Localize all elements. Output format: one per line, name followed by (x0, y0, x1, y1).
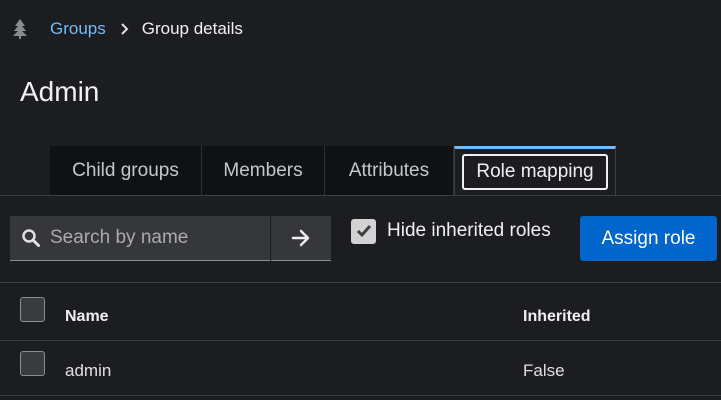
tab-label: Role mapping (462, 154, 608, 190)
tab-child-groups[interactable]: Child groups (50, 146, 202, 195)
breadcrumb: Groups Group details (12, 17, 243, 41)
tab-role-mapping[interactable]: Role mapping (454, 146, 616, 195)
tab-bar: Child groups Members Attributes Role map… (50, 146, 616, 195)
hide-inherited-roles-toggle[interactable]: Hide inherited roles (351, 218, 551, 244)
divider (0, 195, 721, 196)
column-header-inherited: Inherited (523, 308, 591, 325)
select-all-checkbox[interactable] (20, 297, 45, 322)
divider (0, 395, 721, 396)
tree-icon (13, 19, 27, 39)
check-icon (356, 225, 371, 238)
tab-attributes[interactable]: Attributes (325, 146, 454, 195)
hide-inherited-label: Hide inherited roles (387, 220, 551, 241)
tab-members[interactable]: Members (202, 146, 325, 195)
role-name-cell: admin (65, 361, 112, 380)
tab-label: Child groups (72, 159, 179, 181)
search-submit-button[interactable] (271, 216, 331, 261)
column-header-name[interactable]: Name (65, 308, 109, 326)
inherited-cell: False (523, 361, 565, 380)
divider (0, 340, 721, 341)
search-box (10, 216, 270, 261)
breadcrumb-groups-link[interactable]: Groups (50, 19, 106, 39)
page-title: Admin (20, 76, 100, 107)
tab-label: Attributes (348, 159, 430, 181)
chevron-right-icon (121, 23, 129, 35)
divider (0, 282, 721, 283)
search-input[interactable] (50, 227, 270, 249)
search-icon (22, 229, 40, 247)
row-checkbox[interactable] (20, 351, 45, 376)
assign-role-button[interactable]: Assign role (580, 216, 717, 261)
hide-inherited-checkbox[interactable] (351, 218, 376, 244)
tab-label: Members (223, 159, 303, 181)
arrow-right-icon (291, 229, 310, 247)
breadcrumb-current: Group details (141, 19, 243, 38)
